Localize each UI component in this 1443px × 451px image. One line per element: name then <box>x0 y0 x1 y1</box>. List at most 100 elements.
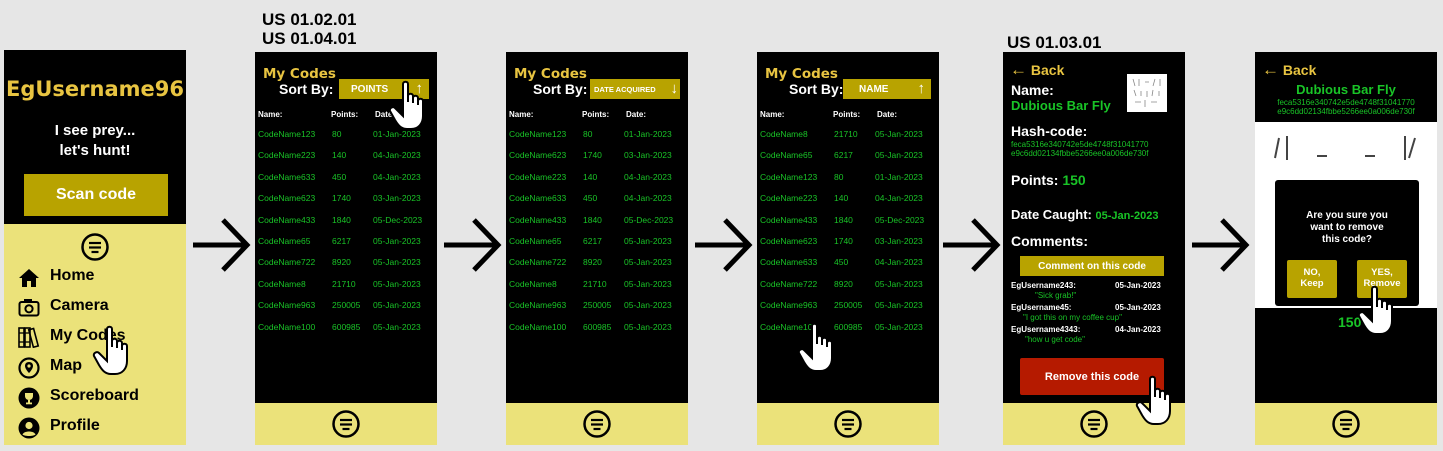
code-date-cell: 05-Dec-2023 <box>875 214 925 225</box>
code-points-cell: 8920 <box>834 278 853 289</box>
code-name-cell: CodeName433 <box>509 214 567 225</box>
code-date-cell: 05-Jan-2023 <box>373 236 421 246</box>
list-item[interactable]: CodeName433 1840 05-Dec-2023 <box>506 215 686 229</box>
list-item[interactable]: CodeName722 8920 05-Jan-2023 <box>757 279 937 293</box>
hash-value: e9c6dd02134fbbe5266ee0a006de730f <box>1277 107 1415 116</box>
dialog-text: this code? <box>1321 234 1372 245</box>
points-value: 150 <box>1062 172 1086 188</box>
sort-button-label: POINTS <box>351 83 389 95</box>
code-name-cell: CodeName123 <box>258 129 316 139</box>
code-name-cell: CodeName8 <box>760 129 808 139</box>
flow-arrow-icon <box>444 218 502 272</box>
books-icon <box>18 327 40 348</box>
remove-label: YES, <box>1371 267 1393 278</box>
back-label: Back <box>1030 62 1065 78</box>
menu-icon[interactable] <box>833 409 863 439</box>
tagline: let's hunt! <box>59 142 131 159</box>
code-date-cell: 03-Jan-2023 <box>875 236 923 246</box>
list-item[interactable]: CodeName100 600985 05-Jan-2023 <box>757 322 937 336</box>
list-item[interactable]: CodeName223 140 04-Jan-2023 <box>757 193 937 207</box>
list-item[interactable]: CodeName65 6217 05-Jan-2023 <box>255 236 435 250</box>
list-item[interactable]: CodeName963 250005 05-Jan-2023 <box>255 300 435 314</box>
list-item[interactable]: CodeName223 140 04-Jan-2023 <box>255 150 435 164</box>
code-points-cell: 140 <box>834 193 849 204</box>
code-points-cell: 1840 <box>583 214 602 225</box>
code-name-cell: CodeName722 <box>509 257 567 268</box>
keep-button[interactable]: NO, Keep <box>1287 260 1337 298</box>
list-item[interactable]: CodeName623 1740 03-Jan-2023 <box>506 150 686 164</box>
dialog-text: Are you sure you <box>1306 210 1388 221</box>
code-name-cell: CodeName100 <box>258 321 316 332</box>
column-header-name: Name: <box>509 110 534 119</box>
code-points-cell: 21710 <box>834 129 858 139</box>
menu-icon[interactable] <box>80 232 110 262</box>
list-item[interactable]: CodeName223 140 04-Jan-2023 <box>506 172 686 186</box>
code-date-cell: 05-Jan-2023 <box>373 321 421 332</box>
list-item[interactable]: CodeName433 1840 05-Dec-2023 <box>757 215 937 229</box>
menu-icon[interactable] <box>1079 409 1109 439</box>
list-item[interactable]: CodeName633 450 04-Jan-2023 <box>506 193 686 207</box>
bottom-bar <box>506 403 688 445</box>
back-button[interactable]: ← Back <box>1262 60 1316 80</box>
tagline: I see prey... <box>54 122 136 139</box>
list-item[interactable]: CodeName722 8920 05-Jan-2023 <box>506 257 686 271</box>
points-label: Points: <box>1011 172 1059 188</box>
code-name-cell: CodeName8 <box>509 278 557 289</box>
menu-icon[interactable] <box>1331 409 1361 439</box>
code-points-cell: 600985 <box>332 321 361 332</box>
home-screen: EgUsername96 I see prey... let's hunt! S… <box>4 50 186 445</box>
user-story-label: US 01.03.01 <box>1007 33 1102 52</box>
list-item[interactable]: CodeName65 6217 05-Jan-2023 <box>506 236 686 250</box>
sort-by-label: Sort By: <box>789 81 844 97</box>
arrow-down-icon: ↓ <box>670 80 679 97</box>
comment-user: EgUsername4343: <box>1011 325 1081 334</box>
list-item[interactable]: CodeName963 250005 05-Jan-2023 <box>506 300 686 314</box>
menu-item-label: Profile <box>50 417 100 434</box>
code-date-cell: 05-Jan-2023 <box>624 278 672 289</box>
comment-button[interactable]: Comment on this code <box>1020 256 1164 276</box>
bottom-bar <box>255 403 437 445</box>
code-name-cell: CodeName65 <box>509 236 562 246</box>
back-label: Back <box>1282 62 1317 78</box>
code-date-cell: 05-Jan-2023 <box>373 257 421 268</box>
code-date-cell: 05-Dec-2023 <box>373 214 423 225</box>
code-name: Dubious Bar Fly <box>1296 82 1396 97</box>
comment-date: 05-Jan-2023 <box>1115 281 1161 290</box>
list-item[interactable]: CodeName623 1740 03-Jan-2023 <box>757 236 937 250</box>
list-item[interactable]: CodeName433 1840 05-Dec-2023 <box>255 215 435 229</box>
code-name-cell: CodeName963 <box>258 300 316 311</box>
sort-button[interactable]: NAME ↑ <box>843 79 931 99</box>
pointer-hand-icon <box>1135 375 1171 425</box>
code-art-icon <box>1132 78 1161 107</box>
remove-code-label: Remove this code <box>1044 370 1140 383</box>
code-visual-image <box>1127 74 1167 112</box>
menu-icon[interactable] <box>582 409 612 439</box>
code-name-cell: CodeName65 <box>760 150 813 161</box>
list-item[interactable]: CodeName8 21710 05-Jan-2023 <box>506 279 686 293</box>
menu-icon[interactable] <box>331 409 361 439</box>
menu-item-label: Scoreboard <box>50 387 139 404</box>
list-item[interactable]: CodeName623 1740 03-Jan-2023 <box>255 193 435 207</box>
scan-code-button[interactable]: Scan code <box>24 174 168 216</box>
list-item[interactable]: CodeName65 6217 05-Jan-2023 <box>757 150 937 164</box>
list-item[interactable]: CodeName633 450 04-Jan-2023 <box>255 172 435 186</box>
code-date-cell: 05-Dec-2023 <box>624 214 674 225</box>
list-item[interactable]: CodeName633 450 04-Jan-2023 <box>757 257 937 271</box>
list-item[interactable]: CodeName123 80 01-Jan-2023 <box>757 172 937 186</box>
list-item[interactable]: CodeName100 600985 05-Jan-2023 <box>506 322 686 336</box>
list-item[interactable]: CodeName8 21710 05-Jan-2023 <box>757 129 937 143</box>
code-points-cell: 1740 <box>332 193 351 204</box>
list-item[interactable]: CodeName722 8920 05-Jan-2023 <box>255 257 435 271</box>
code-points-cell: 80 <box>332 129 342 139</box>
flow-arrow-icon <box>943 218 1001 272</box>
code-name-cell: CodeName633 <box>509 193 567 204</box>
list-item[interactable]: CodeName963 250005 05-Jan-2023 <box>757 300 937 314</box>
list-item[interactable]: CodeName8 21710 05-Jan-2023 <box>255 279 435 293</box>
comment-text: "how u get code" <box>1025 335 1085 344</box>
list-item[interactable]: CodeName123 80 01-Jan-2023 <box>506 129 686 143</box>
back-button[interactable]: ← Back <box>1010 60 1064 80</box>
code-name-cell: CodeName223 <box>258 150 316 161</box>
list-item[interactable]: CodeName100 600985 05-Jan-2023 <box>255 322 435 336</box>
my-codes-screen: My Codes Sort By: NAME ↑ Name: Points: D… <box>757 52 939 445</box>
sort-button[interactable]: DATE ACQUIRED ↓ <box>590 79 680 99</box>
